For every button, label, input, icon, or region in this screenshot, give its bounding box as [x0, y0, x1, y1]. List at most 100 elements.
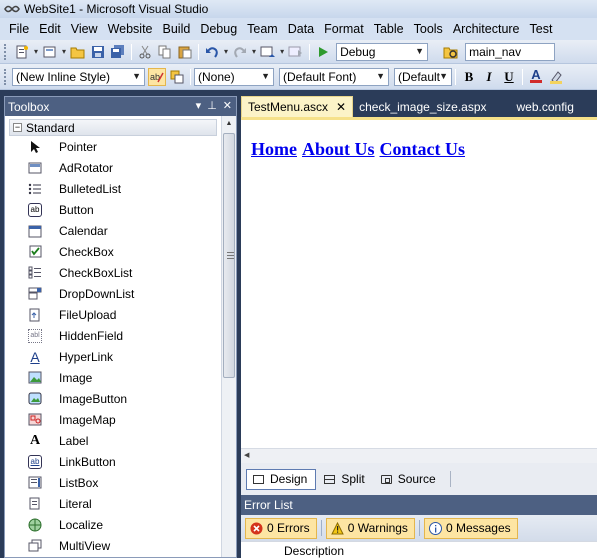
toolbox-item-adrotator[interactable]: AdRotator — [5, 157, 221, 178]
scroll-left-icon[interactable]: ◀ — [244, 451, 249, 459]
toolbox-item-hyperlink[interactable]: A HyperLink — [5, 346, 221, 367]
toolbox-item-listbox[interactable]: ListBox — [5, 472, 221, 493]
add-item-dropdown-icon[interactable]: ▾ — [62, 47, 66, 56]
toolbox-item-label: FileUpload — [59, 307, 117, 322]
start-debugging-icon[interactable] — [314, 43, 332, 61]
menu-edit[interactable]: Edit — [34, 22, 66, 36]
collapse-icon[interactable]: − — [13, 123, 22, 132]
copy-icon[interactable] — [156, 43, 174, 61]
nav-link-about-us[interactable]: About Us — [302, 139, 375, 160]
toolbox-item-imagemap[interactable]: ImageMap — [5, 409, 221, 430]
nav-link-home[interactable]: Home — [251, 139, 297, 160]
find-input[interactable]: main_nav — [465, 42, 556, 61]
new-project-icon[interactable] — [13, 43, 31, 61]
window-position-icon[interactable]: ▾ — [196, 99, 202, 112]
target-rule-dropdown[interactable]: (New Inline Style) ▼ — [12, 67, 145, 86]
menu-view[interactable]: View — [66, 22, 103, 36]
redo-dropdown-icon[interactable]: ▾ — [252, 47, 256, 56]
toolbar-grip[interactable] — [4, 43, 8, 60]
toolbox-item-literal[interactable]: Literal — [5, 493, 221, 514]
editor-area: Home About Us Contact Us ◀ Design Split … — [241, 117, 597, 495]
font-size-dropdown[interactable]: (Default ▼ — [394, 67, 452, 86]
column-header-description[interactable]: Description — [284, 544, 344, 558]
new-project-dropdown-icon[interactable]: ▾ — [34, 47, 38, 56]
messages-filter-button[interactable]: 0 Messages — [423, 517, 518, 539]
design-view-label: Design — [270, 472, 308, 486]
save-all-icon[interactable] — [109, 43, 127, 61]
toolbox-item-imagebutton[interactable]: ImageButton — [5, 388, 221, 409]
toolbar-separator — [131, 43, 133, 60]
apply-new-style-icon[interactable]: ab — [148, 67, 166, 86]
underline-button[interactable]: U — [500, 68, 518, 86]
menu-format[interactable]: Format — [319, 22, 369, 36]
block-format-dropdown[interactable]: (None) ▼ — [194, 67, 274, 86]
font-name-dropdown[interactable]: (Default Font) ▼ — [279, 67, 389, 86]
toolbox-item-button[interactable]: ab Button — [5, 199, 221, 220]
toolbox-item-label-control[interactable]: A Label — [5, 430, 221, 451]
error-list-header: Error List — [241, 495, 597, 515]
save-icon[interactable] — [89, 43, 107, 61]
toolbox-item-bulletedlist[interactable]: BulletedList — [5, 178, 221, 199]
paste-icon[interactable] — [176, 43, 194, 61]
add-item-icon[interactable] — [41, 43, 59, 61]
redo-icon[interactable] — [231, 43, 249, 61]
nav-link-contact-us[interactable]: Contact Us — [380, 139, 466, 160]
tab-check-image-size-aspx[interactable]: check_image_size.aspx — [353, 96, 492, 117]
horizontal-scrollbar[interactable]: ◀ — [241, 448, 597, 463]
toolbox-item-dropdownlist[interactable]: DropDownList — [5, 283, 221, 304]
error-list-panel: Error List 0 Errors 0 Warnings 0 Message… — [241, 495, 597, 558]
split-view-button[interactable]: Split — [318, 469, 372, 490]
background-color-icon[interactable] — [547, 68, 565, 86]
design-view-button[interactable]: Design — [246, 468, 317, 490]
menu-tools[interactable]: Tools — [409, 22, 448, 36]
find-in-files-icon[interactable] — [442, 43, 460, 61]
navigate-forward-icon[interactable] — [287, 43, 305, 61]
menu-table[interactable]: Table — [369, 22, 409, 36]
navigate-backward-icon[interactable] — [259, 43, 277, 61]
toolbox-item-checkbox[interactable]: CheckBox — [5, 241, 221, 262]
source-view-icon — [380, 474, 392, 484]
solution-configuration-dropdown[interactable]: Debug ▼ — [336, 42, 429, 61]
scrollbar-thumb[interactable] — [223, 133, 235, 378]
toolbox-item-hiddenfield[interactable]: abl HiddenField — [5, 325, 221, 346]
tab-testmenu-ascx[interactable]: TestMenu.ascx ✕ — [241, 96, 354, 117]
toolbox-item-localize[interactable]: Localize — [5, 514, 221, 535]
tab-web-config[interactable]: web.config — [511, 96, 580, 117]
menu-team[interactable]: Team — [242, 22, 283, 36]
design-surface[interactable]: Home About Us Contact Us — [241, 120, 597, 448]
menu-architecture[interactable]: Architecture — [448, 22, 525, 36]
toolbox-item-calendar[interactable]: Calendar — [5, 220, 221, 241]
toolbox-section-standard[interactable]: − Standard — [9, 119, 217, 136]
cut-icon[interactable] — [136, 43, 154, 61]
errors-filter-button[interactable]: 0 Errors — [245, 517, 317, 539]
toolbox-item-multiview[interactable]: MultiView — [5, 535, 221, 556]
menu-website[interactable]: Website — [103, 22, 158, 36]
undo-dropdown-icon[interactable]: ▾ — [224, 47, 228, 56]
menu-file[interactable]: File — [4, 22, 34, 36]
navigate-dropdown-icon[interactable]: ▾ — [280, 47, 284, 56]
font-size-value: (Default — [398, 69, 441, 84]
open-file-icon[interactable] — [69, 43, 87, 61]
toolbox-item-image[interactable]: Image — [5, 367, 221, 388]
menu-test[interactable]: Test — [525, 22, 558, 36]
toolbox-item-checkboxlist[interactable]: CheckBoxList — [5, 262, 221, 283]
reuse-style-icon[interactable] — [168, 68, 186, 86]
toolbox-item-pointer[interactable]: Pointer — [5, 136, 221, 157]
undo-icon[interactable] — [203, 43, 221, 61]
source-view-button[interactable]: Source — [375, 469, 444, 490]
close-tab-icon[interactable]: ✕ — [336, 100, 346, 114]
toolbox-item-linkbutton[interactable]: ab LinkButton — [5, 451, 221, 472]
toolbox-item-fileupload[interactable]: FileUpload — [5, 304, 221, 325]
menu-data[interactable]: Data — [283, 22, 319, 36]
toolbox-scrollbar[interactable]: ▲ — [221, 116, 236, 557]
scroll-up-icon[interactable]: ▲ — [222, 116, 236, 131]
auto-hide-pin-icon[interactable]: ⊥ — [207, 99, 217, 112]
font-color-icon[interactable]: A — [527, 68, 545, 86]
toolbar-grip[interactable] — [4, 68, 8, 85]
bold-button[interactable]: B — [460, 68, 478, 86]
close-icon[interactable]: ✕ — [223, 99, 232, 112]
menu-build[interactable]: Build — [158, 22, 196, 36]
menu-debug[interactable]: Debug — [195, 22, 242, 36]
warnings-filter-button[interactable]: 0 Warnings — [325, 517, 415, 539]
italic-button[interactable]: I — [480, 68, 498, 86]
